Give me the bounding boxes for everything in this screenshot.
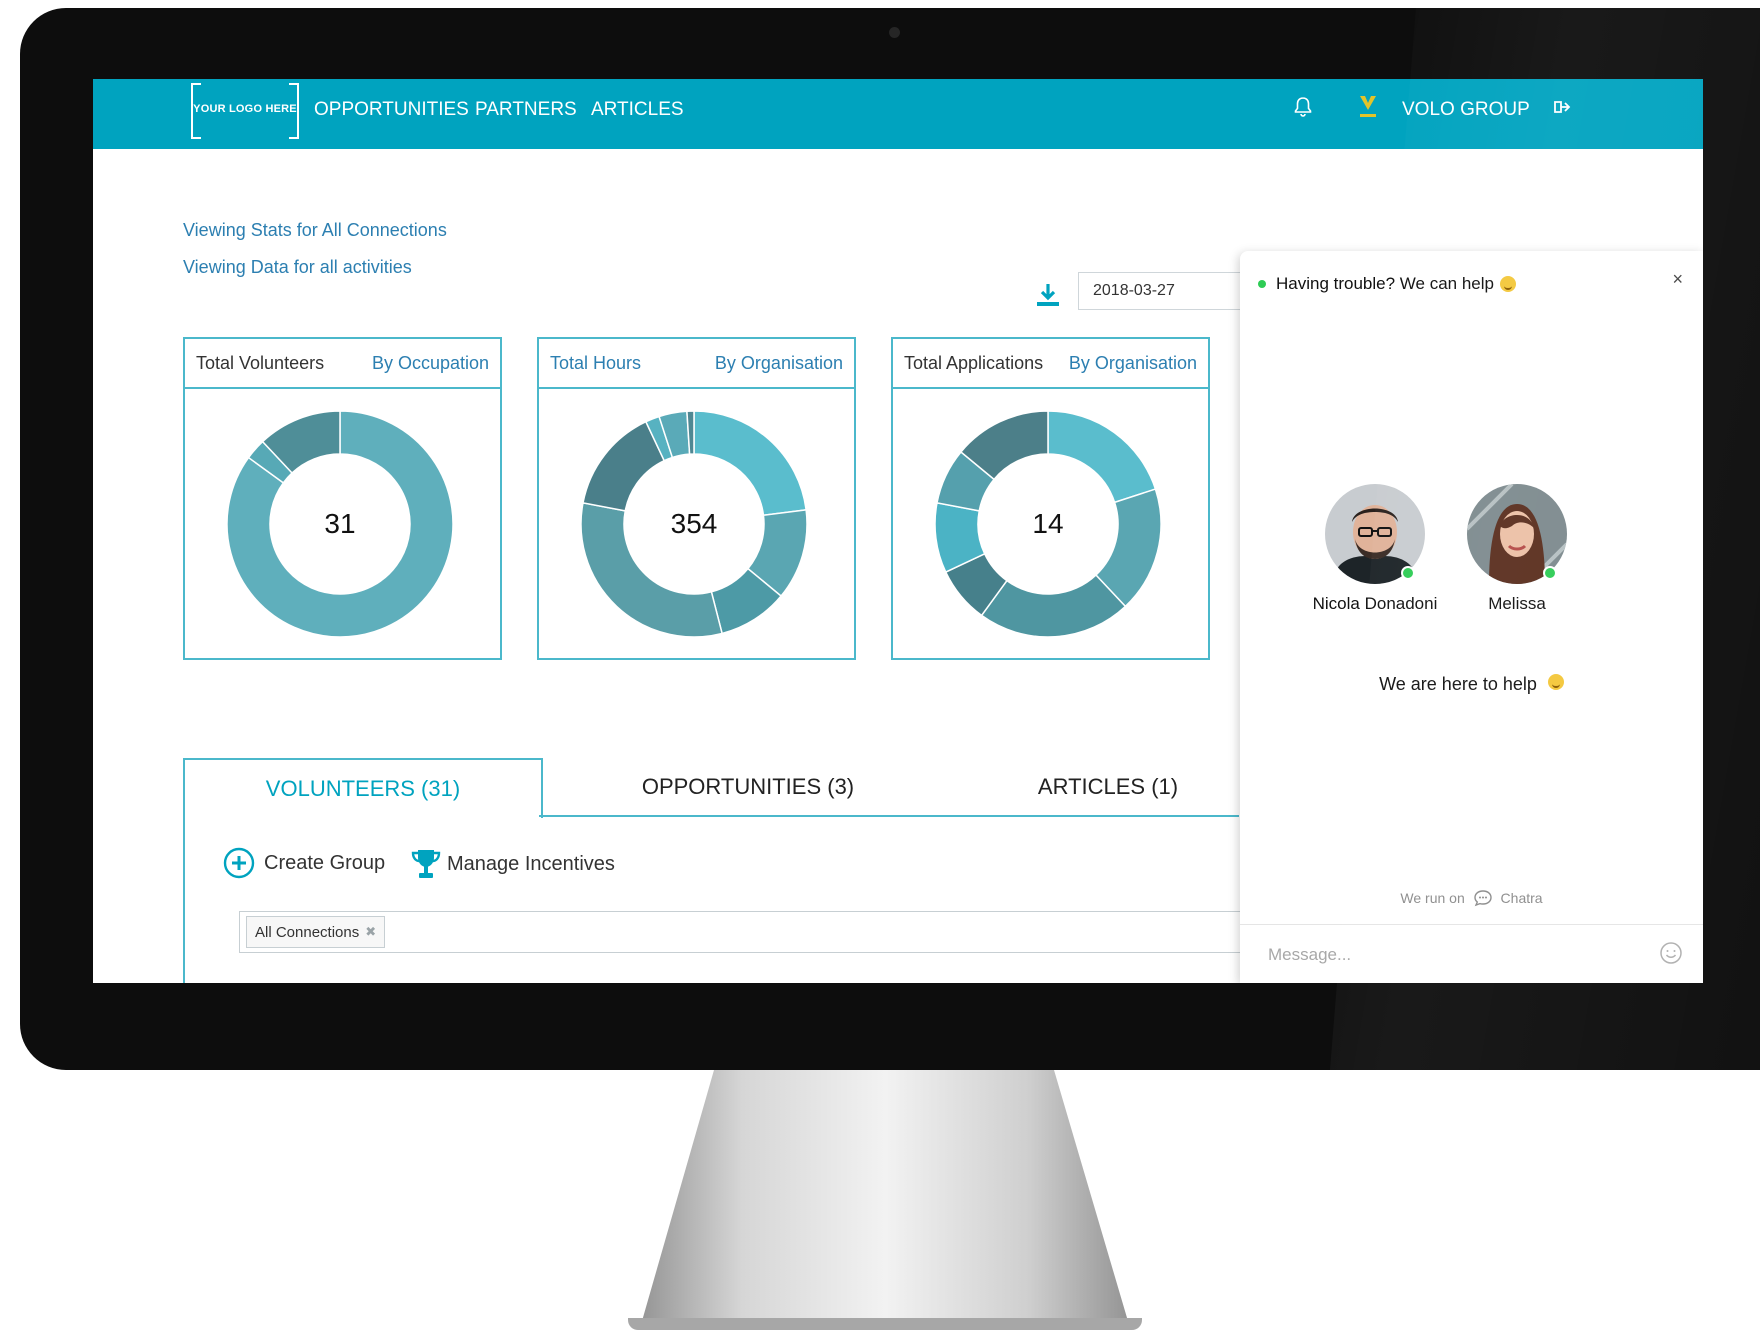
avatar <box>1467 484 1567 584</box>
agent-card: Melissa <box>1447 484 1587 614</box>
emoji-picker-icon[interactable] <box>1659 941 1683 965</box>
donut-total: 14 <box>1032 508 1064 539</box>
online-indicator <box>1258 280 1266 288</box>
card-header: Total Applications By Organisation <box>893 339 1208 389</box>
agent-card: Nicola Donadoni <box>1305 484 1445 614</box>
screen: YOUR LOGO HERE OPPORTUNITIES PARTNERS AR… <box>93 79 1703 983</box>
monitor-stand-base <box>628 1318 1142 1330</box>
tab-opportunities[interactable]: OPPORTUNITIES (3) <box>573 758 923 816</box>
manage-incentives-label: Manage Incentives <box>447 852 615 875</box>
logout-icon[interactable] <box>1553 98 1571 120</box>
chat-message-input[interactable] <box>1266 937 1630 973</box>
powered-by: We run on Chatra <box>1240 889 1703 910</box>
nav-articles[interactable]: ARTICLES <box>591 99 684 121</box>
chat-status: Having trouble? We can help <box>1258 274 1516 294</box>
card-header: Total Hours By Organisation <box>539 339 854 389</box>
tab-panel-border <box>183 815 185 983</box>
logo[interactable]: YOUR LOGO HERE <box>191 83 299 139</box>
card-breakdown-link[interactable]: By Organisation <box>1069 353 1197 374</box>
remove-tag-icon[interactable]: ✖ <box>365 924 376 940</box>
bell-icon[interactable] <box>1293 96 1313 122</box>
chat-widget: Having trouble? We can help × Nicola Don… <box>1240 251 1703 983</box>
agent-name: Nicola Donadoni <box>1312 594 1438 613</box>
logo-text: YOUR LOGO HERE <box>193 103 297 115</box>
filter-tag: All Connections ✖ <box>246 916 386 948</box>
donut-total: 31 <box>324 508 356 539</box>
chat-help-message: We are here to help <box>1240 674 1703 695</box>
avatar <box>1325 484 1425 584</box>
close-icon[interactable]: × <box>1672 269 1683 290</box>
connections-filter-input[interactable]: All Connections ✖ <box>239 911 1339 953</box>
camera <box>889 27 900 38</box>
stat-card-hours: Total Hours By Organisation 354 <box>537 337 856 660</box>
donut-total: 354 <box>670 508 718 539</box>
nav-opportunities[interactable]: OPPORTUNITIES <box>314 99 469 121</box>
filter-tag-label: All Connections <box>255 923 360 941</box>
stat-card-applications: Total Applications By Organisation 14 <box>891 337 1210 660</box>
manage-incentives-button[interactable]: Manage Incentives <box>409 847 615 881</box>
volo-brand-icon <box>1357 93 1379 123</box>
chat-bubble-icon <box>1473 889 1493 910</box>
online-indicator <box>1401 566 1415 580</box>
online-indicator <box>1543 566 1557 580</box>
top-navbar: YOUR LOGO HERE OPPORTUNITIES PARTNERS AR… <box>93 79 1703 149</box>
card-title[interactable]: Total Hours <box>550 353 641 374</box>
trophy-icon <box>409 847 443 881</box>
download-icon[interactable] <box>1035 282 1061 308</box>
monitor-stand <box>640 1070 1130 1328</box>
stat-card-volunteers: Total Volunteers By Occupation 31 <box>183 337 502 660</box>
card-breakdown-link[interactable]: By Occupation <box>372 353 489 374</box>
card-title: Total Volunteers <box>196 353 325 373</box>
card-header: Total Volunteers By Occupation <box>185 339 500 389</box>
stats-scope-link[interactable]: Viewing Stats for All Connections <box>183 220 447 241</box>
add-circle-icon <box>223 847 255 879</box>
data-scope-link[interactable]: Viewing Data for all activities <box>183 257 412 278</box>
powered-brand[interactable]: Chatra <box>1501 890 1543 906</box>
create-group-button[interactable]: Create Group <box>223 847 385 879</box>
nav-partners[interactable]: PARTNERS <box>475 99 577 121</box>
org-name[interactable]: VOLO GROUP <box>1402 99 1530 121</box>
chat-status-text: Having trouble? We can help <box>1276 274 1494 293</box>
tab-underline <box>539 815 1239 817</box>
tab-articles[interactable]: ARTICLES (1) <box>933 758 1283 816</box>
chat-composer <box>1240 924 1703 983</box>
card-title: Total Applications <box>904 353 1044 373</box>
tab-volunteers[interactable]: VOLUNTEERS (31) <box>183 758 543 818</box>
agent-name: Melissa <box>1488 594 1546 613</box>
smile-emoji-icon <box>1547 674 1564 690</box>
card-breakdown-link[interactable]: By Organisation <box>715 353 843 374</box>
chat-help-text: We are here to help <box>1379 674 1537 694</box>
smile-emoji-icon <box>1500 276 1516 292</box>
powered-prefix: We run on <box>1400 890 1465 907</box>
create-group-label: Create Group <box>264 851 386 874</box>
date-input[interactable] <box>1078 272 1253 310</box>
